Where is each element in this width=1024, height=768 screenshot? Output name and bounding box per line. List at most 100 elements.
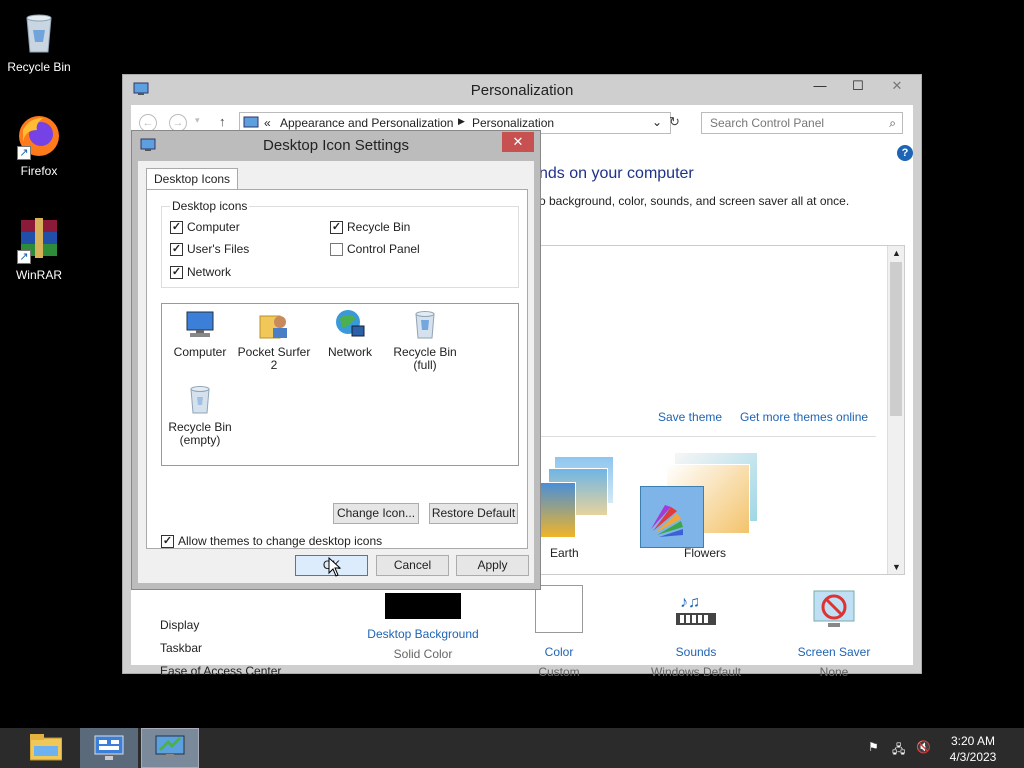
winrar-icon: ↗ (15, 216, 63, 264)
breadcrumb-overflow[interactable]: « (264, 116, 271, 130)
checkbox-recycle-bin[interactable]: ✓ Recycle Bin (330, 220, 410, 234)
checkbox-box[interactable]: ✓ (161, 534, 174, 548)
tab-desktop-icons[interactable]: Desktop Icons (146, 168, 239, 190)
help-icon[interactable]: ? (897, 145, 913, 161)
desktop-icon-label: Recycle Bin (7, 60, 71, 74)
checkbox-box[interactable]: ✓ (330, 220, 343, 234)
tab-panel: Desktop icons ✓ Computer ✓ Recycle Bin ✓… (146, 189, 528, 549)
recycle-bin-full-icon (409, 308, 441, 340)
theme-earth[interactable]: Earth (540, 452, 632, 562)
breadcrumb-item-appearance[interactable]: Appearance and Personalization (280, 116, 453, 130)
checkbox-box[interactable]: ✓ (170, 265, 183, 279)
checkbox-box[interactable] (330, 242, 343, 256)
scroll-down-icon[interactable]: ▼ (892, 562, 901, 572)
group-label: Desktop icons (170, 199, 250, 213)
checkbox-box[interactable]: ✓ (170, 242, 183, 256)
save-theme-link[interactable]: Save theme (658, 410, 722, 424)
cancel-button[interactable]: Cancel (376, 555, 449, 576)
personalization-taskbar-icon (154, 734, 186, 765)
checkbox-label: Control Panel (347, 242, 420, 256)
clock-date: 4/3/2023 (949, 750, 997, 764)
refresh-icon[interactable]: ↻ (669, 114, 680, 130)
taskbar-personalization[interactable] (141, 728, 199, 768)
taskbar-server-manager[interactable] (80, 728, 138, 768)
action-center-flag-icon[interactable]: ⚑ (868, 740, 879, 754)
checkbox-allow-themes[interactable]: ✓ Allow themes to change desktop icons (161, 534, 382, 548)
change-icon-button[interactable]: Change Icon... (333, 503, 419, 524)
firefox-icon: ↗ (15, 112, 63, 160)
desktop-background-label: Desktop Background (367, 627, 479, 641)
desktop-icon-firefox[interactable]: ↗ Firefox (0, 112, 78, 178)
sounds-icon: ♪♫ (672, 585, 720, 633)
list-item-network[interactable]: Network (312, 308, 388, 359)
see-also-taskbar[interactable]: Taskbar (160, 641, 202, 655)
apply-button[interactable]: Apply (456, 555, 529, 576)
close-button[interactable]: ✕ (875, 76, 919, 96)
themes-scrollbar[interactable]: ▲ ▼ (887, 246, 904, 574)
clock[interactable]: 3:20 AM 4/3/2023 (940, 733, 1006, 765)
maximize-button[interactable]: ☐ (845, 76, 871, 96)
breadcrumb-separator-icon: ▶ (458, 116, 465, 126)
item-label: Recycle Bin (full) (393, 345, 457, 372)
desktop-background-swatch (385, 593, 461, 619)
desktop-icon-label: WinRAR (15, 268, 62, 282)
breadcrumb-item-personalization[interactable]: Personalization (472, 116, 554, 130)
dialog-titlebar[interactable]: Desktop Icon Settings ✕ (132, 131, 540, 159)
color-label: Color (544, 645, 574, 659)
checkbox-users-files[interactable]: ✓ User's Files (170, 242, 249, 256)
see-also-display[interactable]: Display (160, 618, 199, 632)
window-title: Personalization (470, 82, 574, 99)
checkbox-label: Allow themes to change desktop icons (178, 534, 383, 548)
color-swatch (535, 585, 583, 633)
network-icon (334, 308, 366, 340)
color-value: Custom (538, 665, 580, 679)
search-icon[interactable]: ⌕ (889, 116, 896, 131)
file-explorer-icon (29, 734, 63, 765)
personalization-titlebar[interactable]: Personalization — ☐ ✕ (123, 75, 921, 105)
list-item-recycle-bin-full[interactable]: Recycle Bin (full) (387, 308, 463, 372)
scroll-thumb[interactable] (890, 262, 902, 416)
theme-flowers[interactable]: Flowers (640, 452, 770, 562)
checkbox-control-panel[interactable]: Control Panel (330, 242, 420, 256)
list-item-pocket-surfer[interactable]: Pocket Surfer 2 (236, 308, 312, 372)
screen-saver-item[interactable]: Screen Saver None (779, 585, 889, 679)
network-tray-icon[interactable]: 🖧 (892, 740, 905, 761)
up-button[interactable]: ↑ (219, 114, 226, 129)
desktop-background-item[interactable]: Desktop Background Solid Color (363, 585, 483, 661)
checkbox-label: User's Files (187, 242, 250, 256)
taskbar-file-explorer[interactable] (17, 728, 75, 768)
list-item-computer[interactable]: Computer (162, 308, 238, 359)
desktop-icons-group: Desktop icons ✓ Computer ✓ Recycle Bin ✓… (161, 199, 519, 288)
screen-saver-value: None (819, 665, 849, 679)
volume-muted-icon[interactable]: 🔇 (916, 740, 931, 754)
checkbox-box[interactable]: ✓ (170, 220, 183, 234)
recent-pages-dropdown[interactable]: ▾ (195, 115, 200, 126)
scroll-up-icon[interactable]: ▲ (892, 248, 901, 258)
recycle-bin-empty-icon (184, 383, 216, 415)
shortcut-arrow-icon: ↗ (17, 250, 31, 264)
dialog-title: Desktop Icon Settings (263, 137, 409, 154)
desktop-icon-winrar[interactable]: ↗ WinRAR (0, 216, 78, 282)
address-dropdown-icon[interactable]: ⌄ (652, 115, 662, 129)
sounds-item[interactable]: ♪♫ Sounds Windows Default (641, 585, 751, 679)
minimize-button[interactable]: — (807, 76, 833, 96)
item-label: Computer (173, 345, 227, 359)
search-input[interactable]: Search Control Panel ⌕ (701, 112, 903, 134)
page-subtitle: o background, color, sounds, and screen … (539, 194, 850, 208)
see-also-ease-of-access[interactable]: Ease of Access Center (160, 664, 281, 678)
checkbox-network[interactable]: ✓ Network (170, 265, 231, 279)
dialog-close-button[interactable]: ✕ (502, 132, 534, 152)
list-item-recycle-bin-empty[interactable]: Recycle Bin (empty) (162, 383, 238, 447)
clock-time: 3:20 AM (950, 734, 996, 748)
desktop-icon-settings-dialog: Desktop Icon Settings ✕ Desktop Icons De… (131, 130, 541, 590)
restore-default-button[interactable]: Restore Default (429, 503, 518, 524)
desktop-icon-label: Firefox (20, 164, 58, 178)
screen-saver-icon (810, 585, 858, 633)
desktop-icon-recycle-bin[interactable]: Recycle Bin (0, 8, 78, 74)
checkbox-computer[interactable]: ✓ Computer (170, 220, 240, 234)
checkbox-label: Computer (187, 220, 240, 234)
color-item[interactable]: Color Custom (529, 585, 589, 679)
page-heading: nds on your computer (539, 165, 694, 182)
recycle-bin-icon (15, 8, 63, 56)
get-more-themes-link[interactable]: Get more themes online (740, 410, 868, 424)
